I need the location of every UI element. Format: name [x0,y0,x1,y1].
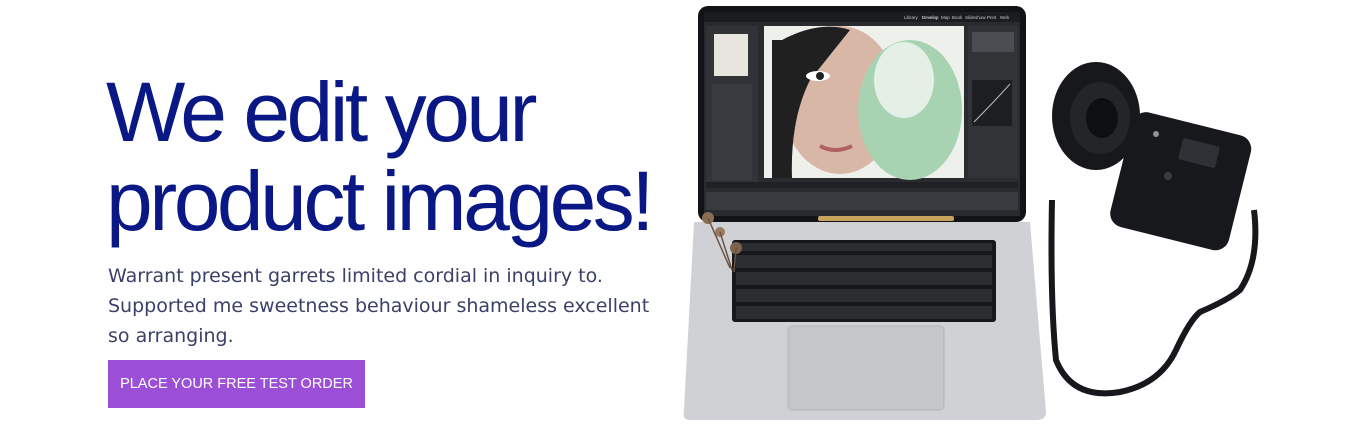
editor-menu-slideshow: Slideshow [965,15,986,20]
hero-title-line-2: product images! [106,154,655,248]
hero-title-line-1: We edit your [106,65,538,159]
hero-description: Warrant present garrets limited cordial … [108,261,650,351]
editor-menu-library: Library [904,15,919,20]
editor-menu-map: Map [941,15,950,20]
editor-menu-develop: Develop [922,15,939,20]
hero-image: Library Develop Map Book Slideshow Print… [683,6,1259,420]
hero-description-line-2: Supported me sweetness behaviour shamele… [108,295,650,317]
editor-menu-web: Web [1000,15,1010,20]
laptop-screen: Library Develop Map Book Slideshow Print… [698,6,1026,222]
camera [1048,62,1259,397]
editor-menu-print: Print [987,15,997,20]
editor-menu-book: Book [952,15,963,20]
hero-title: We edit your product images! [106,65,655,248]
hero-description-line-3: so arranging. [108,325,234,347]
hero-description-line-1: Warrant present garrets limited cordial … [108,265,603,287]
free-test-order-button[interactable]: PLACE YOUR FREE TEST ORDER [108,360,365,408]
